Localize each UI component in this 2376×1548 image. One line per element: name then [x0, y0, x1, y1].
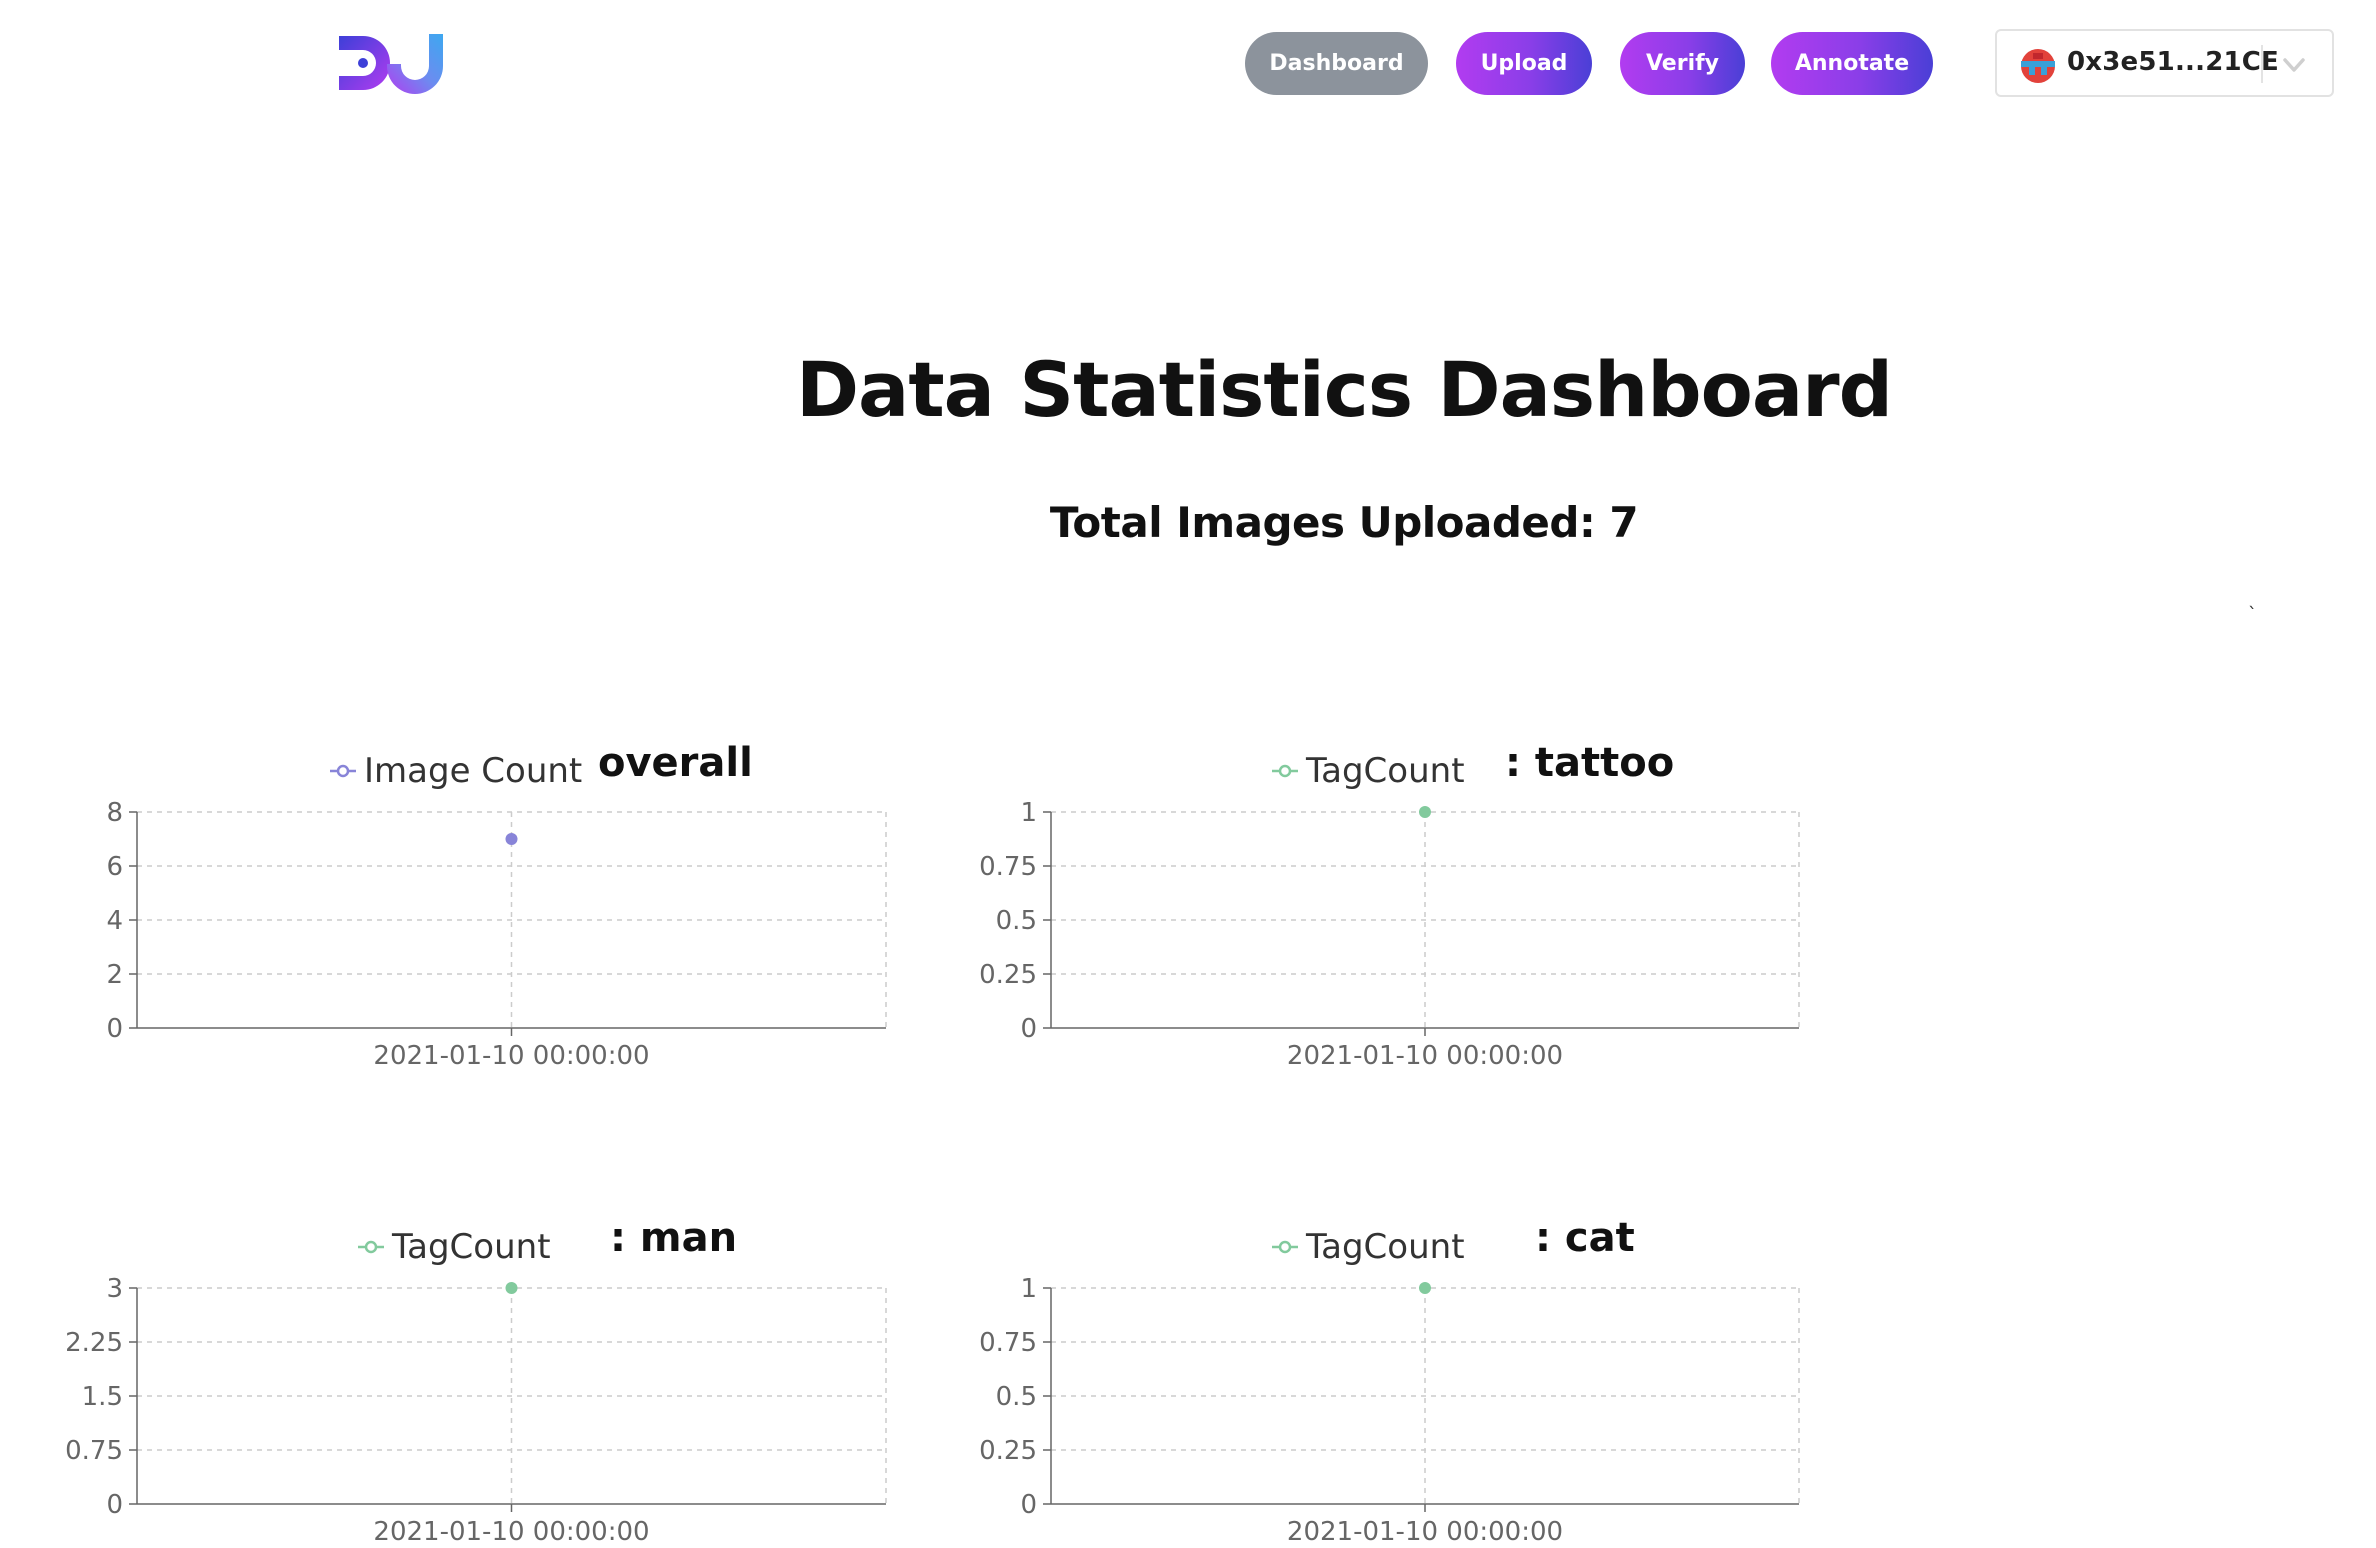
y-tick-label: 0.75	[979, 852, 1037, 882]
x-tick-label: 2021-01-10 00:00:00	[1287, 1041, 1563, 1071]
legend-label: Image Count	[364, 751, 582, 791]
x-tick-label: 2021-01-10 00:00:00	[1287, 1517, 1563, 1547]
y-tick-label: 0.75	[979, 1328, 1037, 1358]
y-tick-label: 8	[106, 798, 123, 828]
y-tick-label: 2.25	[65, 1328, 123, 1358]
legend-label: TagCount	[1305, 1227, 1465, 1267]
data-point	[505, 1282, 518, 1294]
y-tick-label: 0	[106, 1014, 123, 1044]
y-tick-label: 4	[106, 906, 123, 936]
chart-group-overall: 0 2 4 6 8 2021-01-10 00:00:00 Image Count	[106, 751, 887, 1071]
y-tick-label: 0.5	[996, 1382, 1037, 1412]
legend-marker	[364, 1240, 378, 1254]
data-point	[505, 833, 518, 845]
y-tick-label: 0.75	[65, 1436, 123, 1466]
y-tick-label: 1	[1020, 1274, 1037, 1304]
chart-group-man: 0 0.75 1.5 2.25 3 2021-01-10 00:00:00 TagCount	[65, 1227, 887, 1547]
x-tick-label: 2021-01-10 00:00:00	[373, 1041, 649, 1071]
y-tick-label: 3	[106, 1274, 123, 1304]
y-tick-label: 2	[106, 960, 123, 990]
chart-group-cat: 0 0.25 0.5 0.75 1 2021-01-10 00:00:00 TagCount	[979, 1227, 1800, 1547]
legend-label: TagCount	[1305, 751, 1465, 791]
y-tick-label: 1	[1020, 798, 1037, 828]
y-tick-label: 0	[106, 1490, 123, 1520]
y-tick-label: 0.25	[979, 1436, 1037, 1466]
legend-marker	[1278, 1240, 1292, 1254]
y-tick-label: 6	[106, 852, 123, 882]
x-tick-label: 2021-01-10 00:00:00	[373, 1517, 649, 1547]
y-tick-label: 0.5	[996, 906, 1037, 936]
y-tick-label: 1.5	[82, 1382, 123, 1412]
y-tick-label: 0	[1020, 1014, 1037, 1044]
data-point	[1419, 1282, 1431, 1294]
chart-overall: 0 2 4 6 8 2021-01-10 00:00:00 Image Count 0 0.25…	[65, 751, 1800, 1547]
page: Dashboard Upload Verify Annotate 0x3e51.…	[0, 0, 2376, 1548]
legend-label: TagCount	[391, 1227, 551, 1267]
y-tick-label: 0.25	[979, 960, 1037, 990]
data-point	[1419, 806, 1431, 818]
chart-group-tattoo: 0 0.25 0.5 0.75 1 2021-01-10 00:00:00 TagCount	[979, 751, 1800, 1071]
legend-marker	[336, 764, 350, 778]
y-tick-label: 0	[1020, 1490, 1037, 1520]
legend-marker	[1278, 764, 1292, 778]
